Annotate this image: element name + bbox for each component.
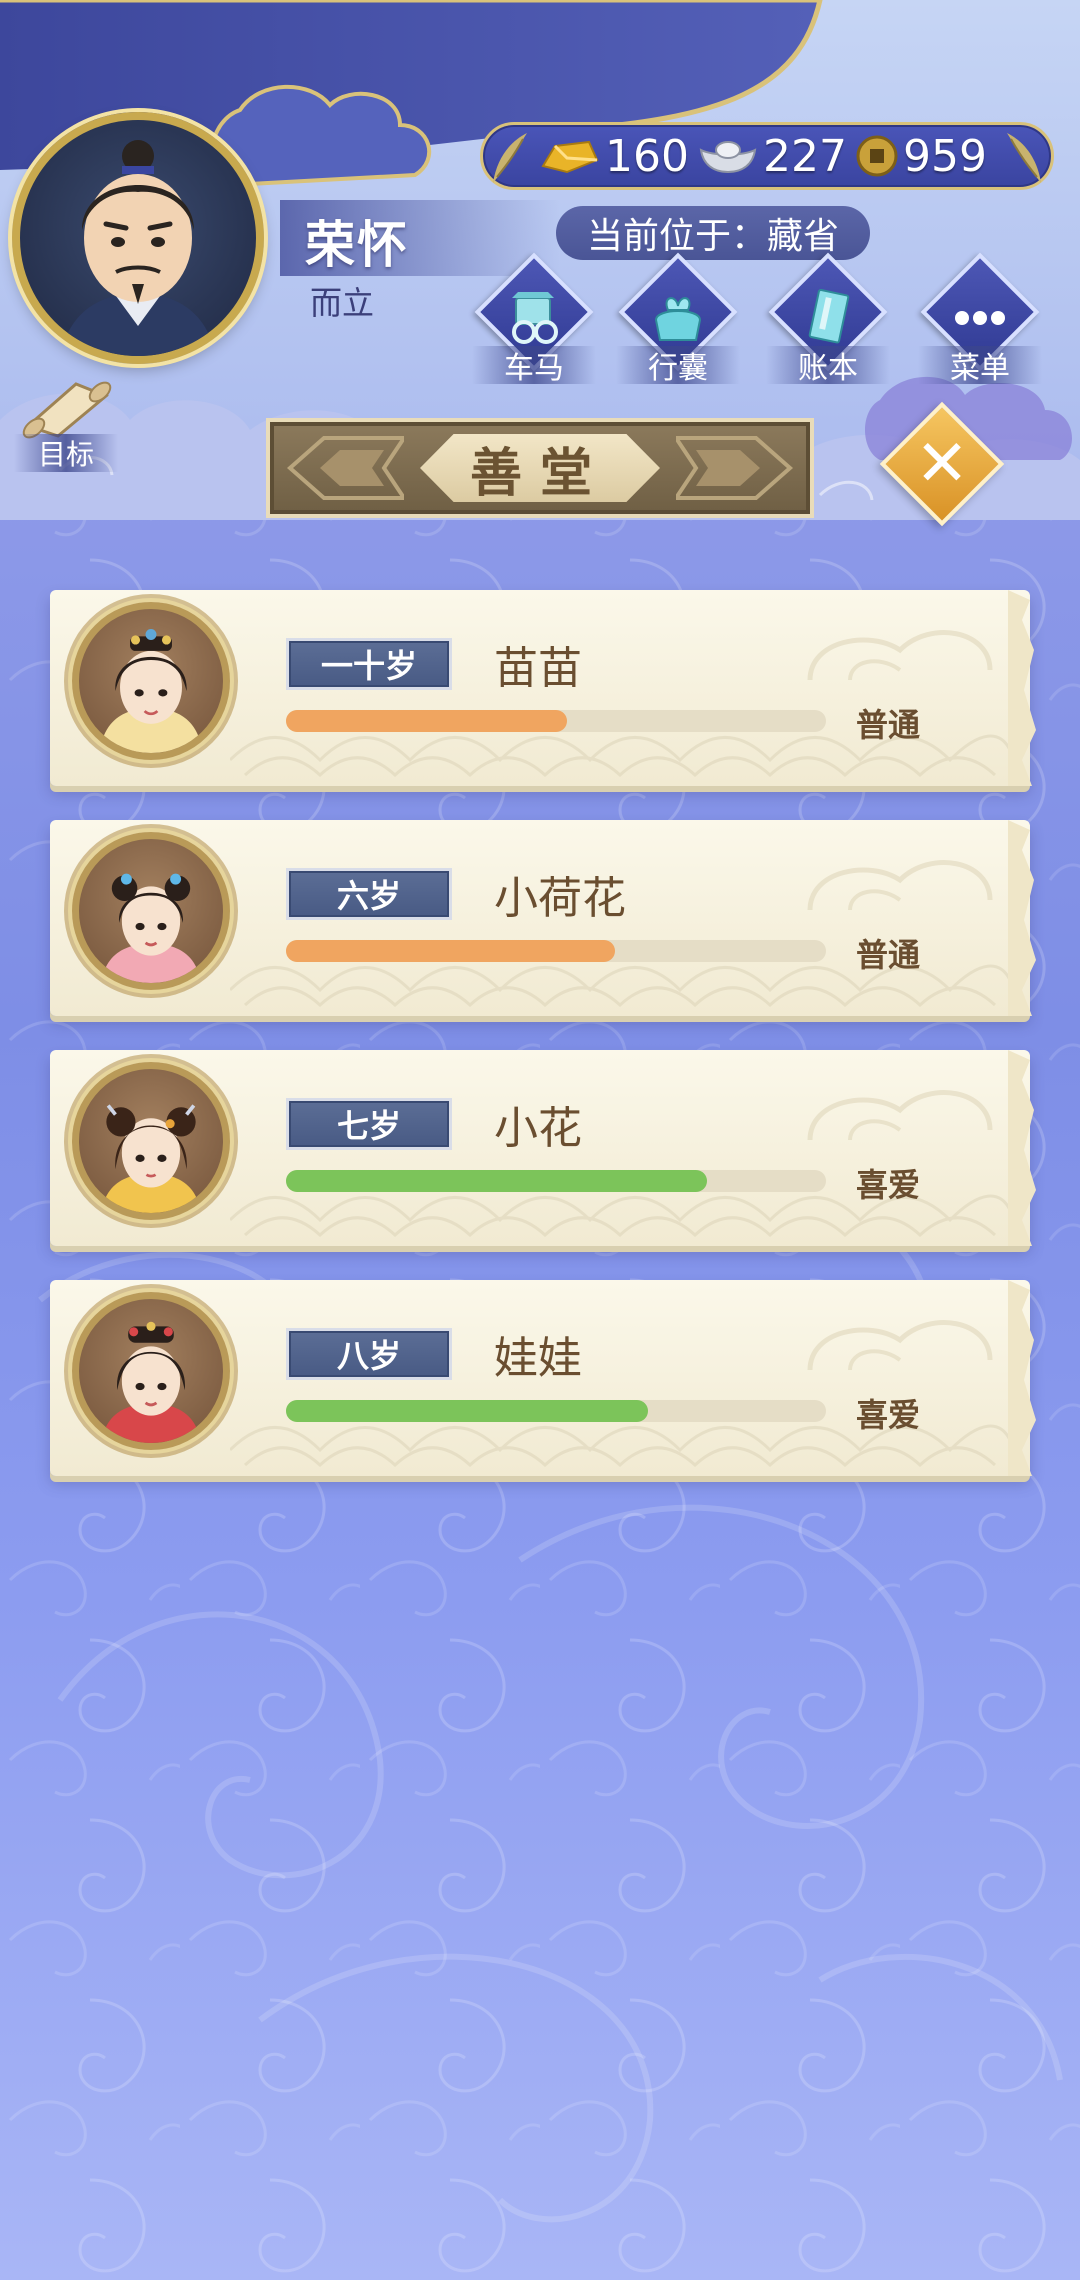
- child-age-badge: 六岁: [286, 868, 452, 920]
- child-portrait-image: [100, 873, 202, 983]
- child-status: 喜爱: [856, 1166, 921, 1204]
- card-edge-curl: [1008, 590, 1036, 786]
- child-name: 小花: [494, 1103, 582, 1154]
- nav-label-ledger: 账本: [766, 346, 890, 386]
- player-title: 而立: [310, 284, 375, 322]
- card-edge-curl: [1008, 820, 1036, 1016]
- child-name: 娃娃: [494, 1333, 582, 1384]
- player-portrait-image: [60, 140, 216, 356]
- player-name: 荣怀: [305, 216, 409, 274]
- bamboo-leaf-icon: [1007, 133, 1041, 183]
- affection-bar-fill: [286, 940, 615, 962]
- child-age-badge: 一十岁: [286, 638, 452, 690]
- goal-button[interactable]: 目标: [14, 376, 118, 476]
- child-portrait-image: [100, 1104, 202, 1213]
- child-card[interactable]: 八岁 娃娃喜爱: [50, 1280, 1036, 1476]
- child-card[interactable]: 七岁 小花喜爱: [50, 1050, 1036, 1246]
- child-status: 普通: [856, 936, 921, 974]
- panel-title-plaque: 善堂: [266, 418, 814, 518]
- affection-bar-track: [286, 710, 826, 732]
- nav-button-luggage[interactable]: 行囊: [616, 252, 740, 388]
- child-age-badge: 七岁: [286, 1098, 452, 1150]
- currency-gold: 160: [539, 131, 689, 182]
- nav-button-carriage[interactable]: 车马: [472, 252, 596, 388]
- card-cloud-decoration: [807, 860, 993, 911]
- goal-label: 目标: [14, 434, 118, 472]
- ledger-icon: [808, 288, 850, 344]
- gold-ingot-icon: [541, 140, 599, 174]
- affection-bar-track: [286, 1170, 826, 1192]
- bundle-icon: [654, 297, 702, 341]
- child-status: 喜爱: [856, 1396, 921, 1434]
- child-name: 苗苗: [494, 643, 582, 694]
- affection-bar-fill: [286, 1400, 648, 1422]
- gold-amount: 160: [605, 130, 689, 182]
- card-cloud-decoration: [807, 630, 993, 681]
- nav-label-luggage: 行囊: [616, 346, 740, 386]
- silver-ingot-icon: [699, 141, 757, 174]
- child-card[interactable]: 六岁 小荷花普通: [50, 820, 1036, 1016]
- affection-bar-track: [286, 1400, 826, 1422]
- child-portrait: [72, 1062, 230, 1220]
- child-name: 小荷花: [494, 873, 626, 924]
- affection-bar-fill: [286, 710, 567, 732]
- scroll-icon: [22, 381, 112, 439]
- child-card[interactable]: 一十岁 苗苗普通: [50, 590, 1036, 786]
- copper-coin-icon: [856, 135, 898, 177]
- currency-bar: 160 227 959: [480, 122, 1054, 190]
- bamboo-leaf-icon: [493, 133, 527, 183]
- plaque-chevron-right: [676, 436, 794, 500]
- player-avatar[interactable]: [12, 112, 264, 364]
- copper-amount: 959: [902, 130, 987, 182]
- carriage-icon: [512, 292, 558, 344]
- nav-button-menu[interactable]: 菜单: [918, 252, 1042, 388]
- card-edge-curl: [1008, 1280, 1036, 1476]
- plaque-chevron-left: [286, 436, 404, 500]
- nav-label-carriage: 车马: [472, 346, 596, 386]
- affection-bar-fill: [286, 1170, 707, 1192]
- close-icon[interactable]: ✕: [898, 420, 986, 508]
- card-edge-curl: [1008, 1050, 1036, 1246]
- affection-bar-track: [286, 940, 826, 962]
- currency-copper: 959: [855, 131, 987, 182]
- panel-title: 善堂: [420, 434, 660, 502]
- card-cloud-decoration: [807, 1320, 993, 1371]
- child-portrait-image: [100, 1321, 202, 1443]
- nav-button-ledger[interactable]: 账本: [766, 252, 890, 388]
- currency-silver: 227: [697, 131, 847, 182]
- child-status: 普通: [856, 706, 921, 744]
- child-portrait-image: [99, 629, 203, 753]
- silver-amount: 227: [762, 130, 847, 182]
- current-location: 当前位于：藏省: [556, 206, 870, 260]
- child-portrait: [72, 602, 230, 760]
- child-portrait: [72, 832, 230, 990]
- nav-label-menu: 菜单: [918, 346, 1042, 386]
- more-dots-icon: [955, 311, 1005, 325]
- child-age-badge: 八岁: [286, 1328, 452, 1380]
- card-cloud-decoration: [807, 1090, 993, 1141]
- child-portrait: [72, 1292, 230, 1450]
